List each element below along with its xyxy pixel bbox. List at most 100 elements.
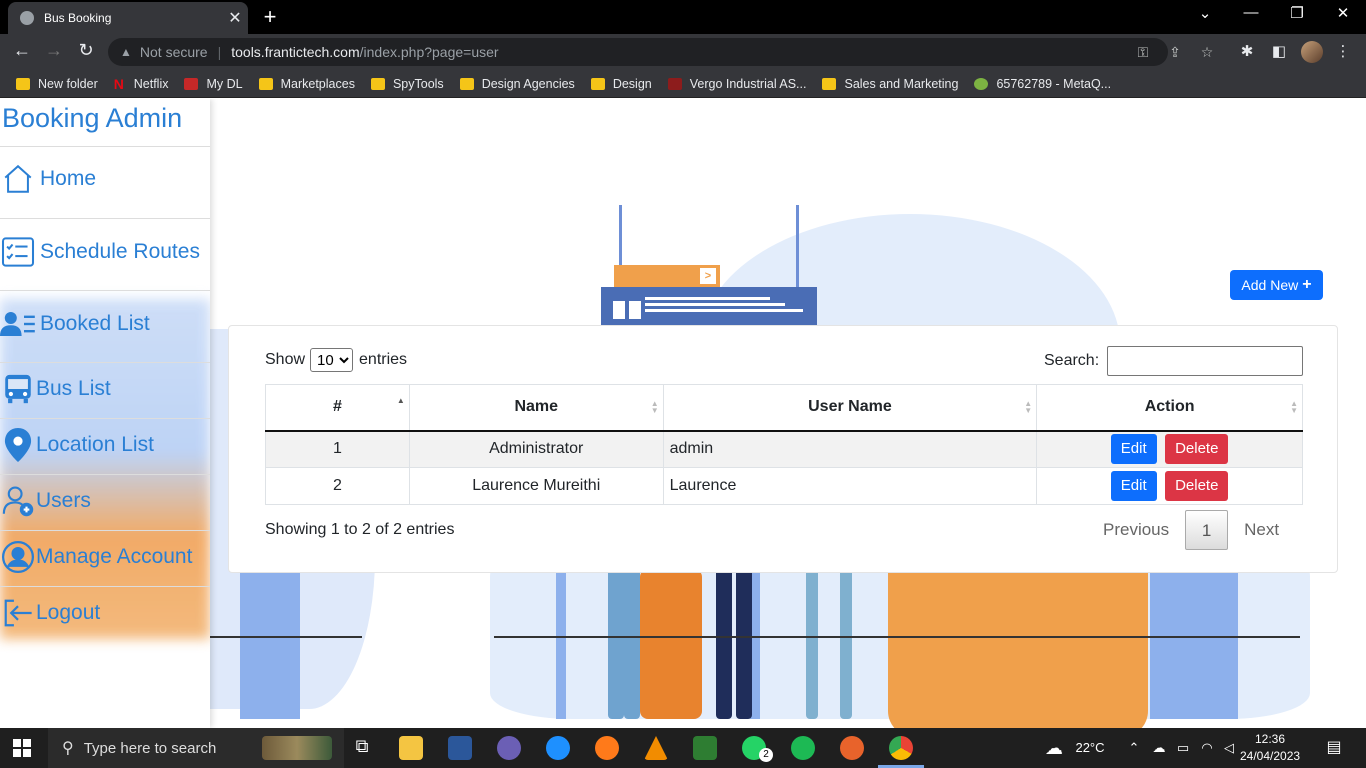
- sign-block: [629, 301, 641, 319]
- windows-start-icon[interactable]: [13, 739, 31, 757]
- table-info: Showing 1 to 2 of 2 entries: [265, 521, 455, 538]
- bookmark-marketplaces[interactable]: Marketplaces: [258, 77, 355, 91]
- start-tile: [13, 739, 21, 747]
- page-length-select[interactable]: 10: [310, 348, 354, 372]
- bookmark-metaquotes[interactable]: 65762789 - MetaQ...: [974, 77, 1111, 91]
- add-new-label: Add New: [1241, 277, 1299, 293]
- new-tab-button[interactable]: +: [258, 4, 282, 30]
- folder-icon: [590, 77, 605, 90]
- bookmark-vergo[interactable]: Vergo Industrial AS...: [667, 77, 806, 91]
- vlc-icon[interactable]: [644, 736, 668, 760]
- folder-icon: [459, 77, 474, 90]
- delete-button[interactable]: Delete: [1165, 434, 1229, 465]
- edit-button[interactable]: Edit: [1110, 434, 1157, 465]
- key-icon[interactable]: ⚿: [1133, 38, 1153, 66]
- sidebar-item-location-list[interactable]: Location List: [0, 427, 210, 463]
- page-1-button[interactable]: 1: [1185, 510, 1229, 550]
- sidebar-item-label: Home: [40, 167, 97, 190]
- bookmark-spytools[interactable]: SpyTools: [370, 77, 444, 91]
- back-button[interactable]: ←: [10, 40, 34, 61]
- plus-icon: +: [1302, 276, 1312, 293]
- word-icon[interactable]: [448, 736, 472, 760]
- chrome-icon[interactable]: [889, 736, 913, 760]
- media-player-icon[interactable]: [497, 736, 521, 760]
- bookmark-sales-marketing[interactable]: Sales and Marketing: [822, 77, 958, 91]
- delete-button[interactable]: Delete: [1165, 471, 1229, 501]
- column-header-action[interactable]: Action ▲ ▼: [1036, 384, 1303, 432]
- address-bar[interactable]: ▲ Not secure | tools.frantictech.com /in…: [108, 38, 1213, 66]
- metaquotes-icon: [974, 77, 989, 90]
- sidebar-item-manage-account[interactable]: Manage Account: [0, 539, 210, 575]
- divider: [0, 362, 210, 363]
- table-row: 2 Laurence Mureithi Laurence Edit Delete: [265, 467, 1303, 505]
- edit-button[interactable]: Edit: [1110, 471, 1157, 501]
- share-icon[interactable]: ⇪: [1165, 38, 1185, 66]
- bookmark-star-icon[interactable]: ☆: [1197, 38, 1217, 66]
- sidebar-item-schedule-routes[interactable]: Schedule Routes: [0, 234, 210, 270]
- bookmark-my-dl[interactable]: My DL: [184, 77, 243, 91]
- minimize-button[interactable]: —: [1236, 4, 1266, 21]
- close-window-button[interactable]: ✕: [1328, 4, 1358, 22]
- battery-icon[interactable]: ▭: [1172, 728, 1194, 768]
- tab-search-icon[interactable]: ⌄: [1190, 4, 1220, 22]
- sidebar: Booking Admin Home Schedule Routes Booke…: [0, 99, 210, 728]
- illustration-column: [240, 569, 300, 719]
- edge-icon[interactable]: [546, 736, 570, 760]
- restore-button[interactable]: ❐: [1282, 4, 1312, 22]
- menu-icon[interactable]: ⋮: [1332, 42, 1354, 60]
- column-header-name[interactable]: Name ▲ ▼: [408, 384, 664, 432]
- profile-avatar[interactable]: [1301, 41, 1323, 63]
- location-pin-icon: [0, 427, 36, 463]
- sidebar-item-booked-list[interactable]: Booked List: [0, 306, 210, 342]
- app-icon[interactable]: [693, 736, 717, 760]
- url-host: tools.frantictech.com: [231, 44, 360, 60]
- sidebar-item-bus-list[interactable]: Bus List: [0, 371, 210, 407]
- app-icon[interactable]: [840, 736, 864, 760]
- bookmark-netflix[interactable]: N Netflix: [114, 76, 169, 92]
- bookmark-design-agencies[interactable]: Design Agencies: [459, 77, 575, 91]
- add-new-button[interactable]: Add New +: [1230, 270, 1323, 300]
- brand-title[interactable]: Booking Admin: [2, 103, 182, 134]
- task-view-icon[interactable]: ⧉: [350, 736, 374, 760]
- file-explorer-icon[interactable]: [399, 736, 423, 760]
- bookmark-design[interactable]: Design: [590, 77, 652, 91]
- reload-button[interactable]: ↻: [74, 40, 98, 61]
- cell-action: Edit Delete: [1036, 430, 1303, 468]
- sidebar-item-home[interactable]: Home: [0, 161, 210, 197]
- volume-icon[interactable]: ◁: [1218, 728, 1240, 768]
- extensions-icon[interactable]: ✱: [1236, 42, 1258, 60]
- app-icon: [184, 77, 199, 90]
- bookmark-new-folder[interactable]: New folder: [16, 77, 98, 91]
- bookmark-label: 65762789 - MetaQ...: [996, 76, 1112, 91]
- search-input[interactable]: [1107, 346, 1304, 376]
- column-header-number[interactable]: # ▲: [265, 384, 410, 432]
- spotify-icon[interactable]: [791, 736, 815, 760]
- cell-action: Edit Delete: [1036, 467, 1303, 505]
- close-tab-icon[interactable]: ✕: [222, 8, 248, 28]
- wifi-icon[interactable]: ◠: [1196, 728, 1218, 768]
- sidebar-item-label: Location List: [36, 433, 154, 456]
- chevron-up-icon[interactable]: ⌃: [1124, 728, 1144, 768]
- cloud-sync-icon[interactable]: ☁: [1148, 728, 1170, 768]
- clock[interactable]: 12:36 24/04/2023: [1240, 731, 1300, 765]
- users-list-icon: [0, 306, 36, 342]
- next-page-button[interactable]: Next: [1234, 510, 1289, 550]
- floor-line: [210, 636, 362, 638]
- weather-icon[interactable]: ☁: [1040, 728, 1068, 768]
- bookmark-label: New folder: [38, 76, 98, 91]
- sort-icon: ▲ ▼: [650, 399, 659, 415]
- sidebar-item-users[interactable]: Users: [0, 483, 210, 519]
- sidebar-item-label: Users: [36, 489, 91, 512]
- weather-temp[interactable]: 22°C: [1070, 728, 1110, 768]
- sign-line: [645, 309, 803, 312]
- browser-tab[interactable]: Bus Booking ✕: [8, 2, 248, 34]
- divider: [0, 586, 210, 587]
- sidebar-item-logout[interactable]: Logout: [0, 595, 210, 631]
- table-row: 1 Administrator admin Edit Delete: [265, 430, 1303, 468]
- column-header-username[interactable]: User Name ▲ ▼: [662, 384, 1038, 432]
- notifications-icon[interactable]: ▤: [1320, 728, 1348, 768]
- forward-button[interactable]: →: [42, 40, 66, 61]
- previous-page-button[interactable]: Previous: [1093, 510, 1179, 550]
- side-panel-icon[interactable]: ◧: [1268, 42, 1290, 60]
- firefox-icon[interactable]: [595, 736, 619, 760]
